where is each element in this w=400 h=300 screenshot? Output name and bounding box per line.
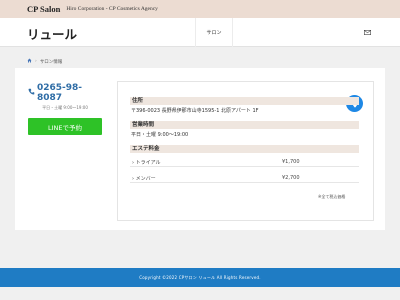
home-icon[interactable]: [27, 58, 32, 65]
price-name: › メンバー: [132, 176, 156, 182]
breadcrumb-current: サロン情報: [39, 59, 63, 65]
pricing-heading: エステ料金: [130, 145, 359, 153]
contact-column: 0265-98-8087 平日・土曜 9:00～19:00 LINEで予約: [28, 83, 102, 135]
price-row: › メンバー ¥2,700: [130, 173, 359, 183]
address-value: 〒396-0023 長野県伊那市山寺1595-1 北原アパート 1F: [131, 108, 259, 114]
tax-note: ※全て税込価格: [318, 194, 346, 199]
breadcrumb-separator: ›: [35, 59, 37, 64]
nav-item-salon[interactable]: サロン: [195, 18, 233, 47]
price-name: › トライアル: [132, 160, 161, 166]
price-value: ¥2,700: [282, 175, 300, 181]
map-pin-label: MAP: [351, 111, 358, 115]
address-heading: 住所: [130, 97, 359, 105]
breadcrumb: › サロン情報: [27, 58, 62, 65]
price-row: › トライアル ¥1,700: [130, 157, 359, 167]
topbar-brand[interactable]: CP Salon: [27, 4, 60, 14]
site-title[interactable]: リュール: [27, 24, 77, 43]
phone-icon: [28, 88, 37, 98]
contact-hours: 平日・土曜 9:00～19:00: [42, 105, 88, 110]
footer: Copyright ©2022 CPサロン リュール All Rights Re…: [0, 268, 400, 287]
line-reserve-button[interactable]: LINEで予約: [28, 118, 102, 135]
phone-link[interactable]: 0265-98-8087: [28, 83, 102, 103]
topbar-tagline: Hiro Corporation - CP Cosmetics Agency: [66, 6, 158, 12]
hours-heading: 営業時間: [130, 121, 359, 129]
price-value: ¥1,700: [282, 159, 300, 165]
mail-icon[interactable]: [360, 26, 374, 38]
topbar: CP Salon Hiro Corporation - CP Cosmetics…: [0, 0, 400, 18]
site-header: リュール サロン: [0, 18, 400, 47]
footer-copyright: Copyright ©2022 CPサロン リュール All Rights Re…: [139, 274, 261, 280]
bottom-strip: [0, 287, 400, 300]
hours-value: 平日・土曜 9:00～19:00: [131, 132, 189, 138]
phone-number: 0265-98-8087: [37, 83, 83, 103]
